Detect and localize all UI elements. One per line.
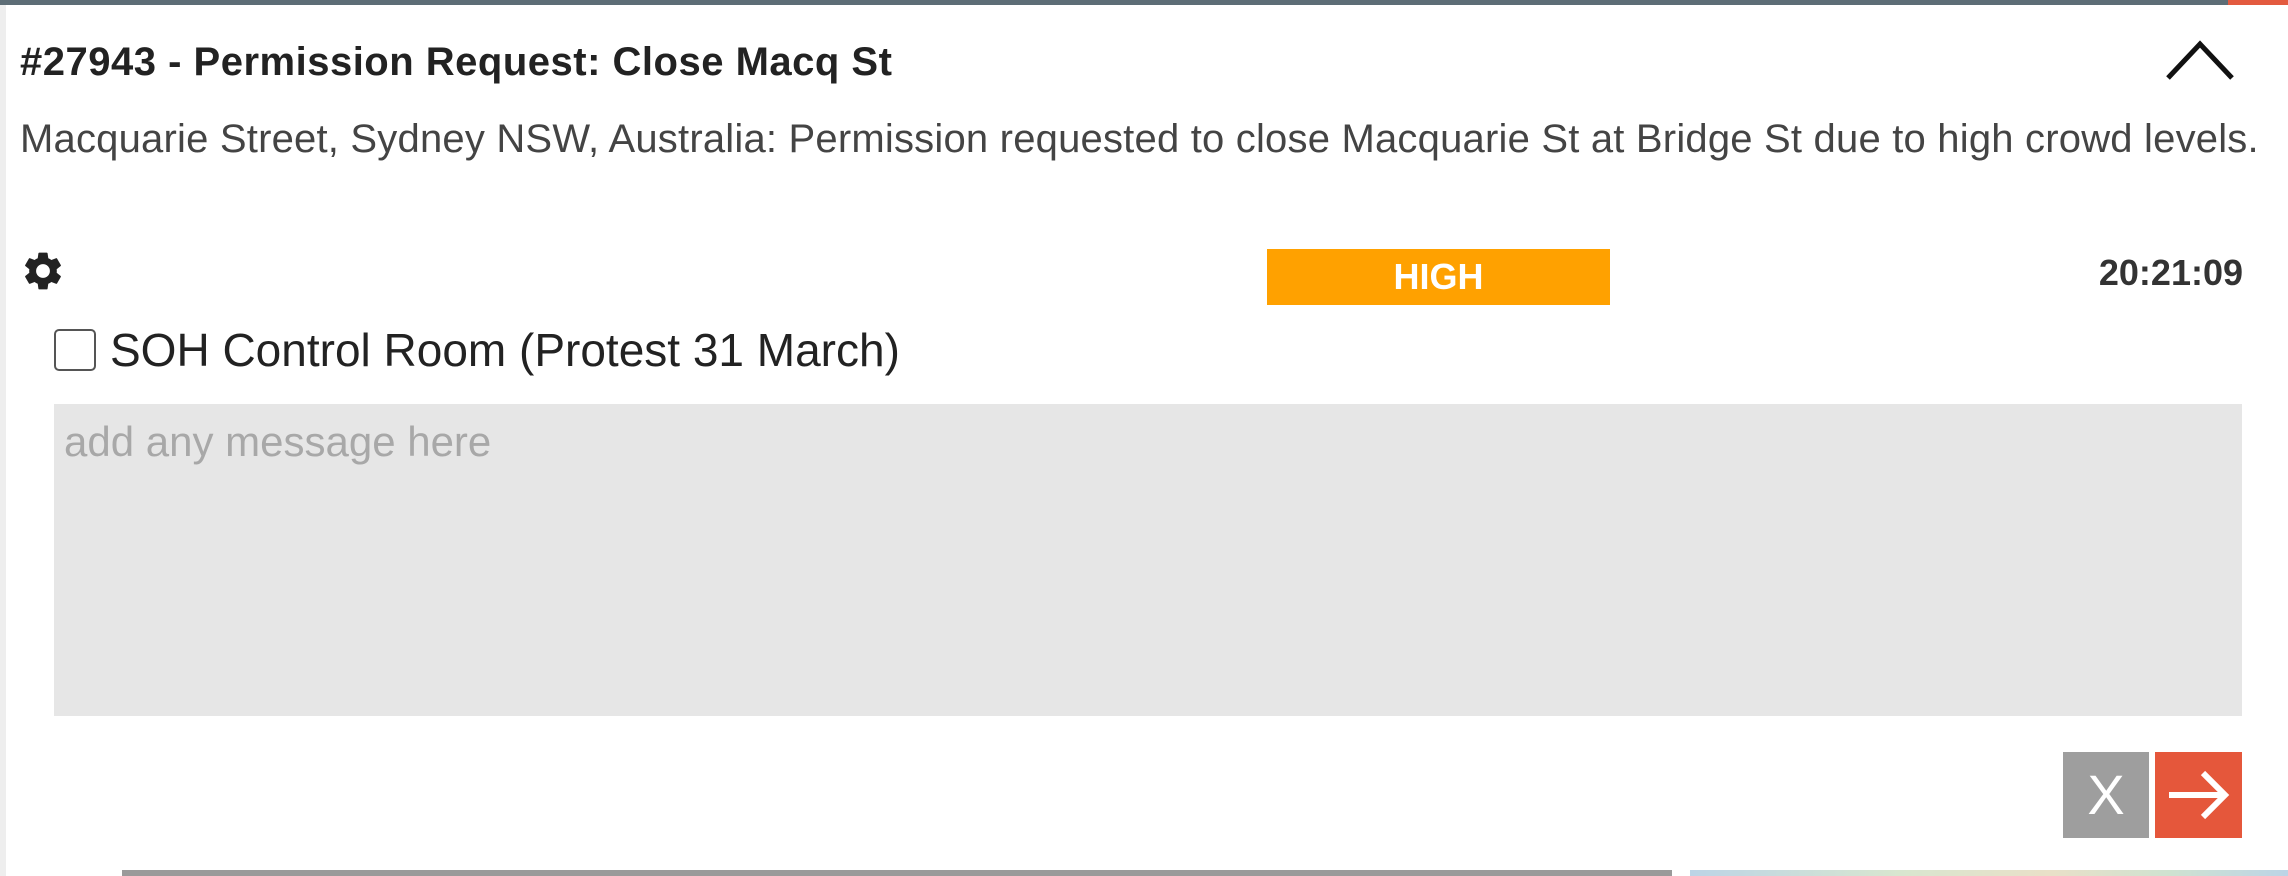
recipient-option[interactable]: SOH Control Room (Protest 31 March) [54,320,900,380]
send-button[interactable] [2155,752,2242,838]
recipient-checkbox[interactable] [54,329,96,371]
panel-left-edge [0,5,6,876]
alert-title: #27943 - Permission Request: Close Macq … [20,40,893,84]
panel-top-border [0,0,2288,5]
panel-top-accent [2228,0,2288,5]
divider-line [122,870,1672,876]
priority-badge: HIGH [1267,249,1610,305]
gear-icon [25,252,61,290]
alert-time: 20:21:09 [2098,252,2243,293]
map-edge [1690,870,2288,876]
recipient-label[interactable]: SOH Control Room (Protest 31 March) [110,323,900,377]
collapse-button[interactable] [2160,32,2240,88]
alert-panel: #27943 - Permission Request: Close Macq … [0,0,2288,876]
cancel-button[interactable]: X [2063,752,2149,838]
chevron-up-icon [2166,40,2234,80]
arrow-right-icon [2169,770,2230,820]
message-input[interactable] [54,404,2242,716]
settings-button[interactable] [20,248,66,294]
alert-description: Macquarie Street, Sydney NSW, Australia:… [20,117,2259,161]
